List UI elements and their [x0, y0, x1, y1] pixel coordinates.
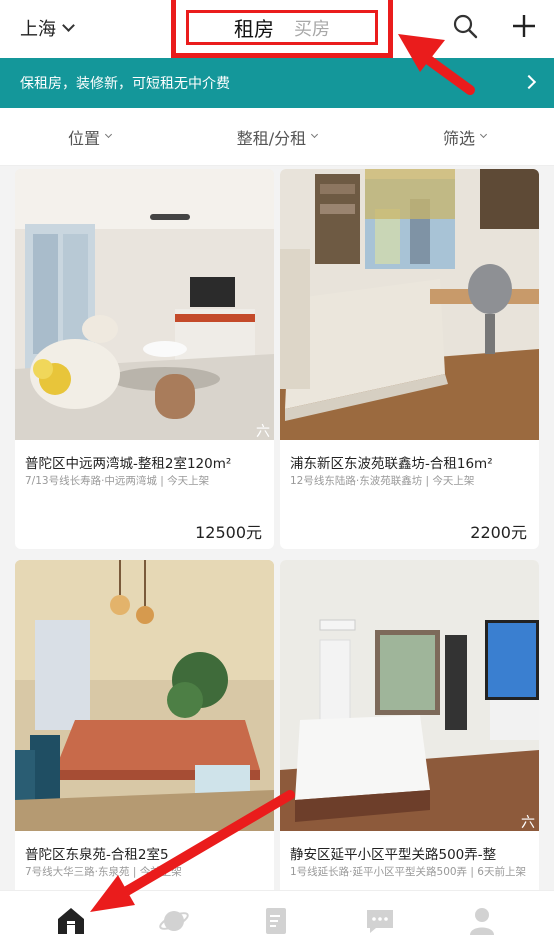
listing-subtitle: 7号线大华三路·东泉苑 | 今前上架: [25, 866, 182, 878]
chevron-down-icon: [104, 130, 113, 139]
planet-icon[interactable]: [158, 905, 190, 937]
city-selector[interactable]: 上海: [20, 15, 75, 41]
tab-highlight-box: 租房 买房: [171, 0, 393, 58]
filter-more[interactable]: 筛选: [347, 108, 554, 165]
chat-icon[interactable]: [364, 905, 396, 937]
chevron-down-icon: [311, 130, 319, 139]
tab-buy[interactable]: 买房: [294, 15, 330, 41]
search-icon[interactable]: [452, 13, 478, 39]
promo-text: 保租房，装修新，可短租无中介费: [20, 76, 230, 92]
listing-title: 普陀区中远两湾城-整租2室120m²: [25, 456, 232, 472]
listing-card[interactable]: 六 普陀区中远两湾城-整租2室120m² 7/13号线长寿路·中远两湾城 | 今…: [15, 169, 274, 549]
listing-grid: 六 普陀区中远两湾城-整租2室120m² 7/13号线长寿路·中远两湾城 | 今…: [0, 166, 554, 890]
listing-title: 浦东新区东波苑联鑫坊-合租16m²: [290, 456, 493, 472]
listing-card[interactable]: 普陀区东泉苑-合租2室5 7号线大华三路·东泉苑 | 今前上架: [15, 560, 274, 890]
filter-location[interactable]: 位置: [0, 108, 207, 165]
filter-rent-type[interactable]: 整租/分租: [207, 108, 346, 165]
tab-switcher: 租房 买房: [186, 10, 378, 45]
listing-subtitle: 7/13号线长寿路·中远两湾城 | 今天上架: [25, 475, 210, 487]
listing-title: 普陀区东泉苑-合租2室5: [25, 847, 169, 863]
listing-photo: [15, 560, 274, 831]
top-bar: 上海 租房 买房: [0, 0, 554, 58]
tab-rent[interactable]: 租房: [234, 13, 274, 42]
note-icon[interactable]: [261, 905, 293, 937]
bottom-nav: [0, 890, 554, 951]
listing-subtitle: 1号线延长路·延平小区平型关路500弄 | 6天前上架: [290, 866, 526, 878]
chevron-down-icon: [479, 130, 488, 139]
filter-bar: 位置 整租/分租 筛选: [0, 108, 554, 166]
watermark: 六: [256, 424, 270, 440]
listing-card[interactable]: 六 静安区延平小区平型关路500弄-整 1号线延长路·延平小区平型关路500弄 …: [280, 560, 539, 890]
filter-label: 整租/分租: [236, 128, 307, 148]
listing-price: 2200元: [470, 523, 527, 542]
listing-price: 12500元: [195, 523, 262, 542]
chevron-right-icon: [521, 74, 537, 90]
city-label: 上海: [20, 19, 56, 40]
listing-subtitle: 12号线东陆路·东波苑联鑫坊 | 今天上架: [290, 475, 475, 487]
listing-photo: [280, 560, 539, 831]
promo-banner[interactable]: 保租房，装修新，可短租无中介费: [0, 58, 554, 108]
listing-title: 静安区延平小区平型关路500弄-整: [290, 847, 497, 863]
listing-card[interactable]: 浦东新区东波苑联鑫坊-合租16m² 12号线东陆路·东波苑联鑫坊 | 今天上架 …: [280, 169, 539, 549]
home-icon[interactable]: [55, 905, 87, 937]
chevron-down-icon: [62, 18, 75, 32]
listing-photo: [15, 169, 274, 440]
watermark: 六: [521, 815, 535, 831]
profile-icon[interactable]: [466, 905, 498, 937]
listing-photo: [280, 169, 539, 440]
filter-label: 筛选: [442, 128, 475, 148]
filter-label: 位置: [68, 128, 101, 148]
add-icon[interactable]: [511, 13, 537, 39]
